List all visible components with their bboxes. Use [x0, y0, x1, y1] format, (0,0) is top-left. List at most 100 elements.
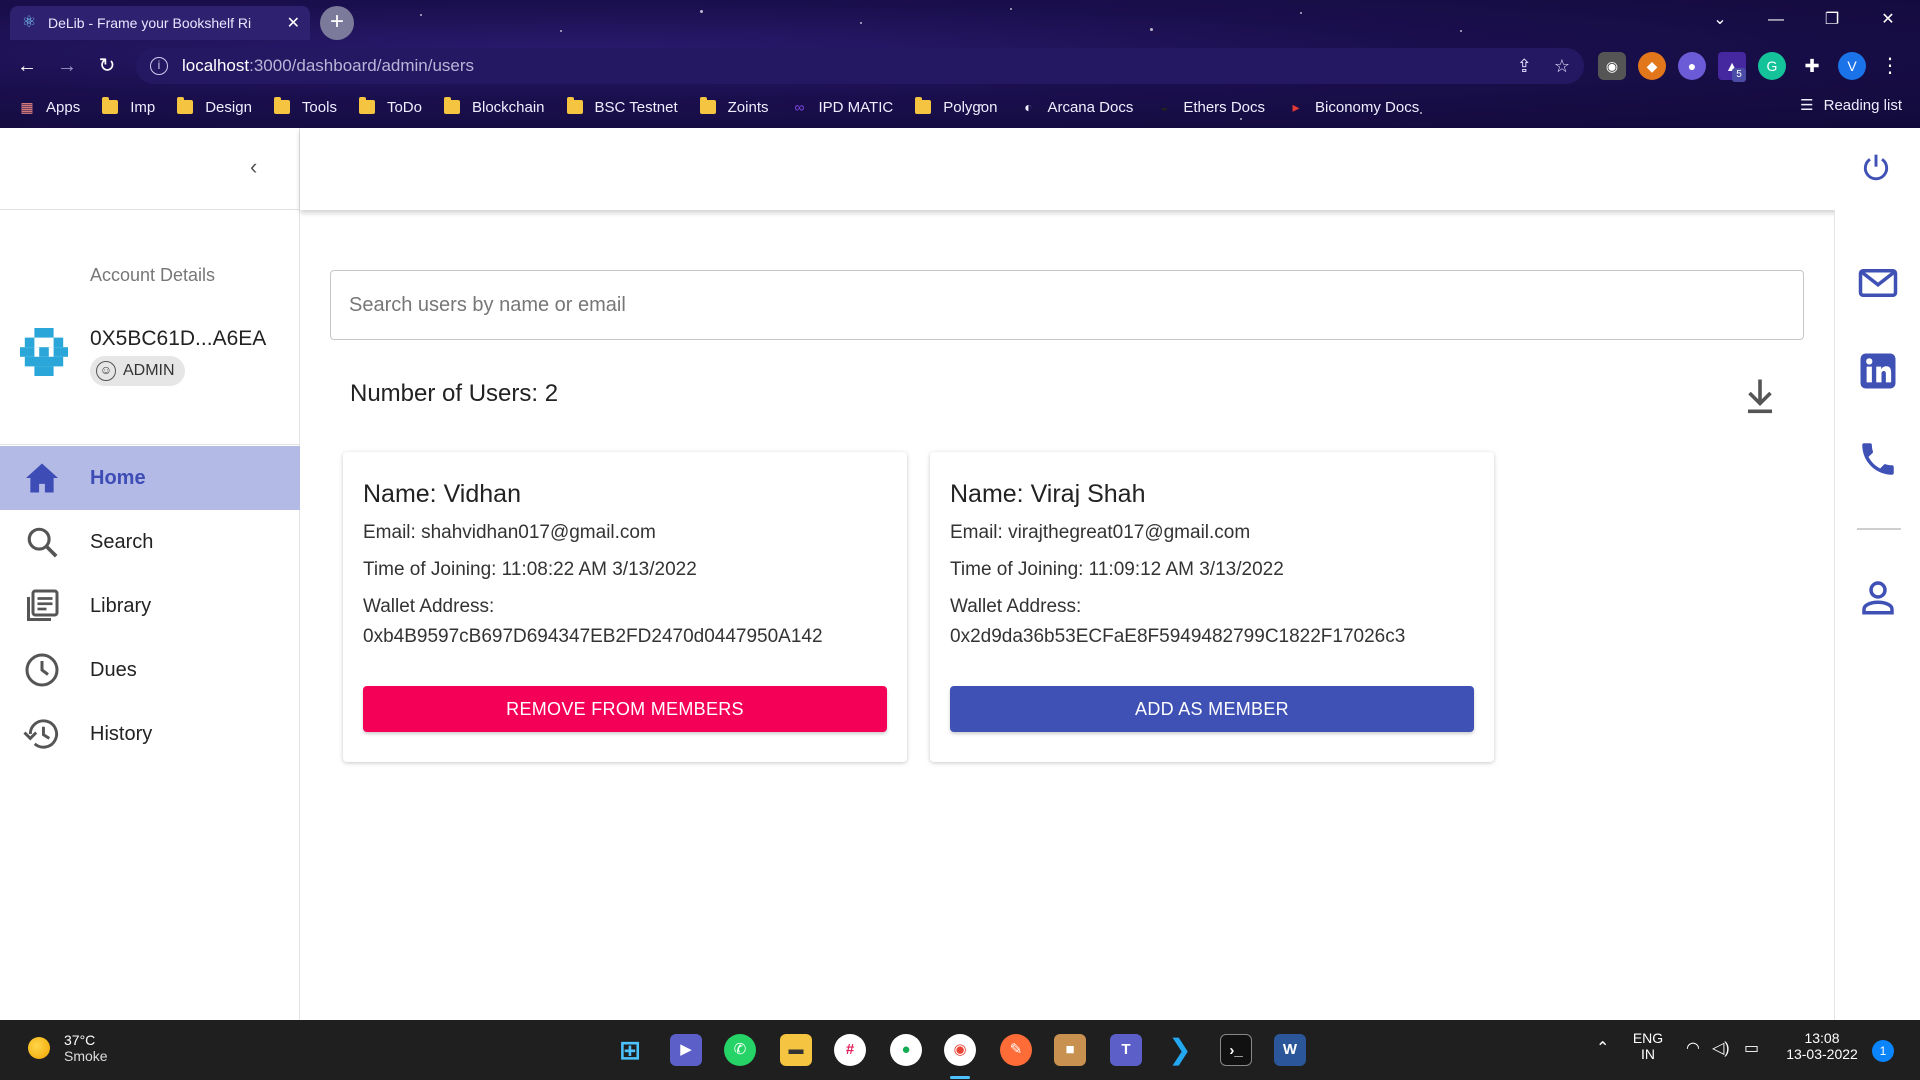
bookmark-zoints[interactable]: Zoints — [699, 97, 769, 116]
vscode-icon[interactable]: ❯ — [1164, 1034, 1196, 1066]
word-icon[interactable]: W — [1274, 1034, 1306, 1066]
folder-icon — [915, 97, 932, 114]
bookmark-blockchain[interactable]: Blockchain — [443, 97, 545, 116]
logout-power-icon[interactable] — [1860, 152, 1892, 184]
clock-icon — [22, 650, 62, 690]
close-tab-icon[interactable]: ✕ — [287, 13, 300, 33]
sidebar-item-label: Search — [90, 530, 154, 553]
bookmark-arcana-docs[interactable]: ◐ Arcana Docs — [1019, 99, 1133, 116]
new-tab-button[interactable]: + — [320, 6, 354, 40]
wallet-address: 0xb4B9597cB697D694347EB2FD2470d0447950A1… — [363, 626, 823, 647]
contact-sidebar — [1834, 210, 1920, 1020]
user-join-time: Time of Joining: 11:09:12 AM 3/13/2022 — [950, 559, 1284, 580]
collapse-sidebar-icon[interactable]: ‹ — [250, 154, 257, 180]
bookmarks-bar: ▦ Apps Imp Design Tools ToDo Blockchain … — [0, 92, 1920, 122]
metamask-extension-icon[interactable]: ◆ — [1638, 52, 1666, 80]
history-icon — [22, 714, 62, 754]
notification-badge[interactable]: 1 — [1872, 1040, 1894, 1062]
bookmark-imp[interactable]: Imp — [102, 97, 155, 116]
clock-widget[interactable]: 13:08 13-03-2022 — [1782, 1030, 1862, 1062]
share-icon[interactable]: ⇪ — [1517, 56, 1532, 77]
close-window-button[interactable]: ✕ — [1860, 0, 1916, 40]
polygon-logo-icon: ∞ — [794, 99, 805, 115]
battery-icon[interactable]: ▭ — [1744, 1038, 1759, 1058]
wallet-address: 0x2d9da36b53ECFaE8F5949482799C1822F17026… — [950, 626, 1406, 647]
minimize-button[interactable]: — — [1748, 0, 1804, 40]
language-indicator[interactable]: ENG IN — [1630, 1030, 1666, 1062]
url-host: localhost — [182, 56, 250, 75]
user-email: Email: virajthegreat017@gmail.com — [950, 522, 1251, 543]
active-app-indicator — [950, 1076, 970, 1079]
bookmark-design[interactable]: Design — [177, 97, 252, 116]
user-join-time: Time of Joining: 11:08:22 AM 3/13/2022 — [363, 559, 697, 580]
reload-button[interactable]: ↻ — [92, 52, 122, 80]
sidebar-item-home[interactable]: Home — [0, 446, 300, 510]
bookmark-tools[interactable]: Tools — [273, 97, 337, 116]
browser-tab[interactable]: ⚛ DeLib - Frame your Bookshelf Ri ✕ — [10, 6, 310, 40]
remove-member-button[interactable]: REMOVE FROM MEMBERS — [363, 686, 887, 732]
bookmark-polygon[interactable]: Polygon — [915, 97, 997, 116]
reading-list-button[interactable]: ☰ Reading list — [1800, 96, 1902, 115]
address-bar[interactable]: i localhost:3000/dashboard/admin/users ⇪… — [136, 48, 1584, 84]
user-name: Name: Viraj Shah — [950, 480, 1146, 508]
globe-icon: ◐ — [1024, 99, 1033, 115]
wallet-label: Wallet Address: — [363, 596, 495, 617]
browser-menu-icon[interactable]: ⋮ — [1876, 52, 1904, 80]
sidebar-item-dues[interactable]: Dues — [0, 638, 300, 702]
bookmark-ipd-matic[interactable]: ∞ IPD MATIC — [791, 99, 894, 116]
show-hidden-icons-icon[interactable]: ⌃ — [1596, 1038, 1609, 1058]
extensions-puzzle-icon[interactable]: ✚ — [1798, 52, 1826, 80]
package-box-icon[interactable]: ■ — [1054, 1034, 1086, 1066]
react-logo-icon: ⚛ — [21, 14, 37, 31]
folder-icon — [566, 97, 583, 114]
terminal-icon[interactable]: ›_ — [1220, 1034, 1252, 1066]
sidebar-item-history[interactable]: History — [0, 702, 300, 766]
forward-button[interactable]: → — [52, 52, 82, 80]
linkedin-icon[interactable] — [1857, 350, 1899, 392]
sidebar-item-library[interactable]: Library — [0, 574, 300, 638]
chat-extension-icon[interactable]: ● — [1678, 52, 1706, 80]
camera-extension-icon[interactable]: ◉ — [1598, 52, 1626, 80]
add-member-button[interactable]: ADD AS MEMBER — [950, 686, 1474, 732]
sidebar: ‹ Account Details 0X5BC61D...A6EA ☺ ADMI… — [0, 128, 300, 1020]
whatsapp-icon[interactable]: ✆ — [724, 1034, 756, 1066]
bookmark-apps[interactable]: ▦ Apps — [18, 99, 80, 116]
folder-icon — [102, 97, 119, 114]
slack-icon[interactable]: # — [834, 1034, 866, 1066]
download-icon[interactable] — [1742, 376, 1778, 416]
weather-condition: Smoke — [64, 1048, 108, 1064]
search-users-input[interactable] — [330, 270, 1804, 340]
postman-icon[interactable]: ✎ — [1000, 1034, 1032, 1066]
teams-icon[interactable]: T — [1110, 1034, 1142, 1066]
user-card: Name: Viraj Shah Email: virajthegreat017… — [930, 452, 1494, 762]
tab-search-icon[interactable]: ⌄ — [1692, 0, 1748, 40]
file-explorer-icon[interactable]: ▬ — [780, 1034, 812, 1066]
contact-divider — [1857, 528, 1901, 530]
chrome-icon[interactable]: ◉ — [944, 1034, 976, 1066]
volume-icon[interactable]: ◁) — [1712, 1038, 1730, 1058]
mail-icon[interactable] — [1857, 262, 1899, 304]
restore-button[interactable]: ❐ — [1804, 0, 1860, 40]
person-icon[interactable] — [1857, 576, 1899, 618]
bookmark-biconomy-docs[interactable]: ▸ Biconomy Docs — [1287, 99, 1420, 116]
bookmark-bsc-testnet[interactable]: BSC Testnet — [566, 97, 678, 116]
bookmark-todo[interactable]: ToDo — [358, 97, 422, 116]
user-email: Email: shahvidhan017@gmail.com — [363, 522, 656, 543]
wifi-icon[interactable]: ◠ — [1686, 1038, 1700, 1058]
mongodb-icon[interactable]: ● — [890, 1034, 922, 1066]
windows-start-icon[interactable]: ⊞ — [614, 1034, 646, 1066]
temperature: 37°C — [64, 1032, 96, 1048]
sidebar-divider — [0, 444, 300, 445]
profile-avatar[interactable]: V — [1838, 52, 1866, 80]
system-time: 13:08 — [1804, 1030, 1840, 1046]
site-info-icon[interactable]: i — [150, 57, 168, 75]
folder-icon — [177, 97, 194, 114]
bookmark-star-icon[interactable]: ☆ — [1554, 56, 1570, 77]
bookmark-ethers-docs[interactable]: ◒ Ethers Docs — [1155, 99, 1265, 116]
back-button[interactable]: ← — [12, 52, 42, 80]
sidebar-item-search[interactable]: Search — [0, 510, 300, 574]
phone-icon[interactable] — [1857, 438, 1899, 480]
weather-widget[interactable]: 37°C Smoke — [28, 1032, 108, 1064]
teams-chat-icon[interactable]: ▶ — [670, 1034, 702, 1066]
grammarly-extension-icon[interactable]: G — [1758, 52, 1786, 80]
